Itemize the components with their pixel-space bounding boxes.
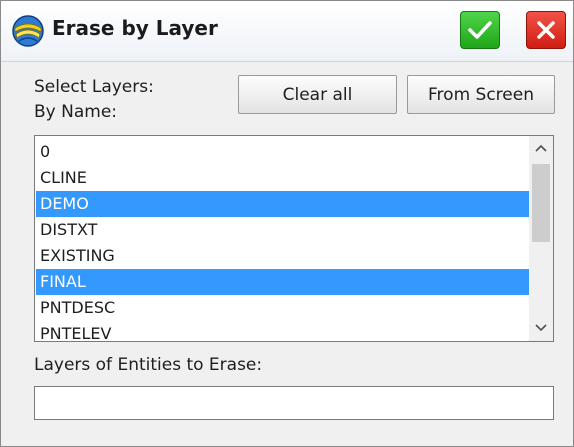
layer-list-item[interactable]: DISTXT	[36, 217, 529, 243]
select-layers-label: Select Layers:	[34, 77, 154, 97]
globe-layers-icon	[11, 14, 45, 48]
layer-list-item[interactable]: PNTELEV	[36, 321, 529, 341]
layer-list-item[interactable]: EXISTING	[36, 243, 529, 269]
close-x-icon	[537, 21, 555, 39]
list-scrollbar[interactable]	[529, 136, 553, 341]
layer-list-item[interactable]: DEMO	[36, 191, 529, 217]
window-title: Erase by Layer	[52, 16, 218, 40]
layer-listbox[interactable]: 0 CLINE DEMO DISTXT EXISTING FINAL PNTDESC PNTE…	[34, 135, 554, 342]
title-bar: Erase by Layer	[1, 1, 573, 62]
from-screen-button[interactable]: From Screen	[407, 75, 555, 114]
chevron-down-icon	[535, 324, 547, 332]
scroll-down-button[interactable]	[529, 316, 553, 340]
by-name-label: By Name:	[34, 102, 118, 122]
scroll-up-button[interactable]	[529, 136, 553, 160]
layers-to-erase-label: Layers of Entities to Erase:	[34, 355, 263, 375]
ok-button[interactable]	[460, 11, 500, 49]
close-button[interactable]	[526, 11, 566, 49]
layer-list-item[interactable]: CLINE	[36, 165, 529, 191]
layer-list-item[interactable]: 0	[36, 139, 529, 165]
layer-list-item[interactable]: PNTDESC	[36, 295, 529, 321]
layer-list: 0 CLINE DEMO DISTXT EXISTING FINAL PNTDESC PNTE…	[36, 139, 529, 341]
checkmark-icon	[468, 21, 492, 39]
layer-list-item[interactable]: FINAL	[36, 269, 529, 295]
layers-to-erase-field[interactable]	[34, 386, 554, 420]
clear-all-button[interactable]: Clear all	[238, 75, 397, 114]
scroll-thumb[interactable]	[532, 164, 550, 242]
chevron-up-icon	[535, 144, 547, 152]
erase-by-layer-dialog: Erase by Layer Select Layers: By Name: C…	[0, 0, 574, 447]
